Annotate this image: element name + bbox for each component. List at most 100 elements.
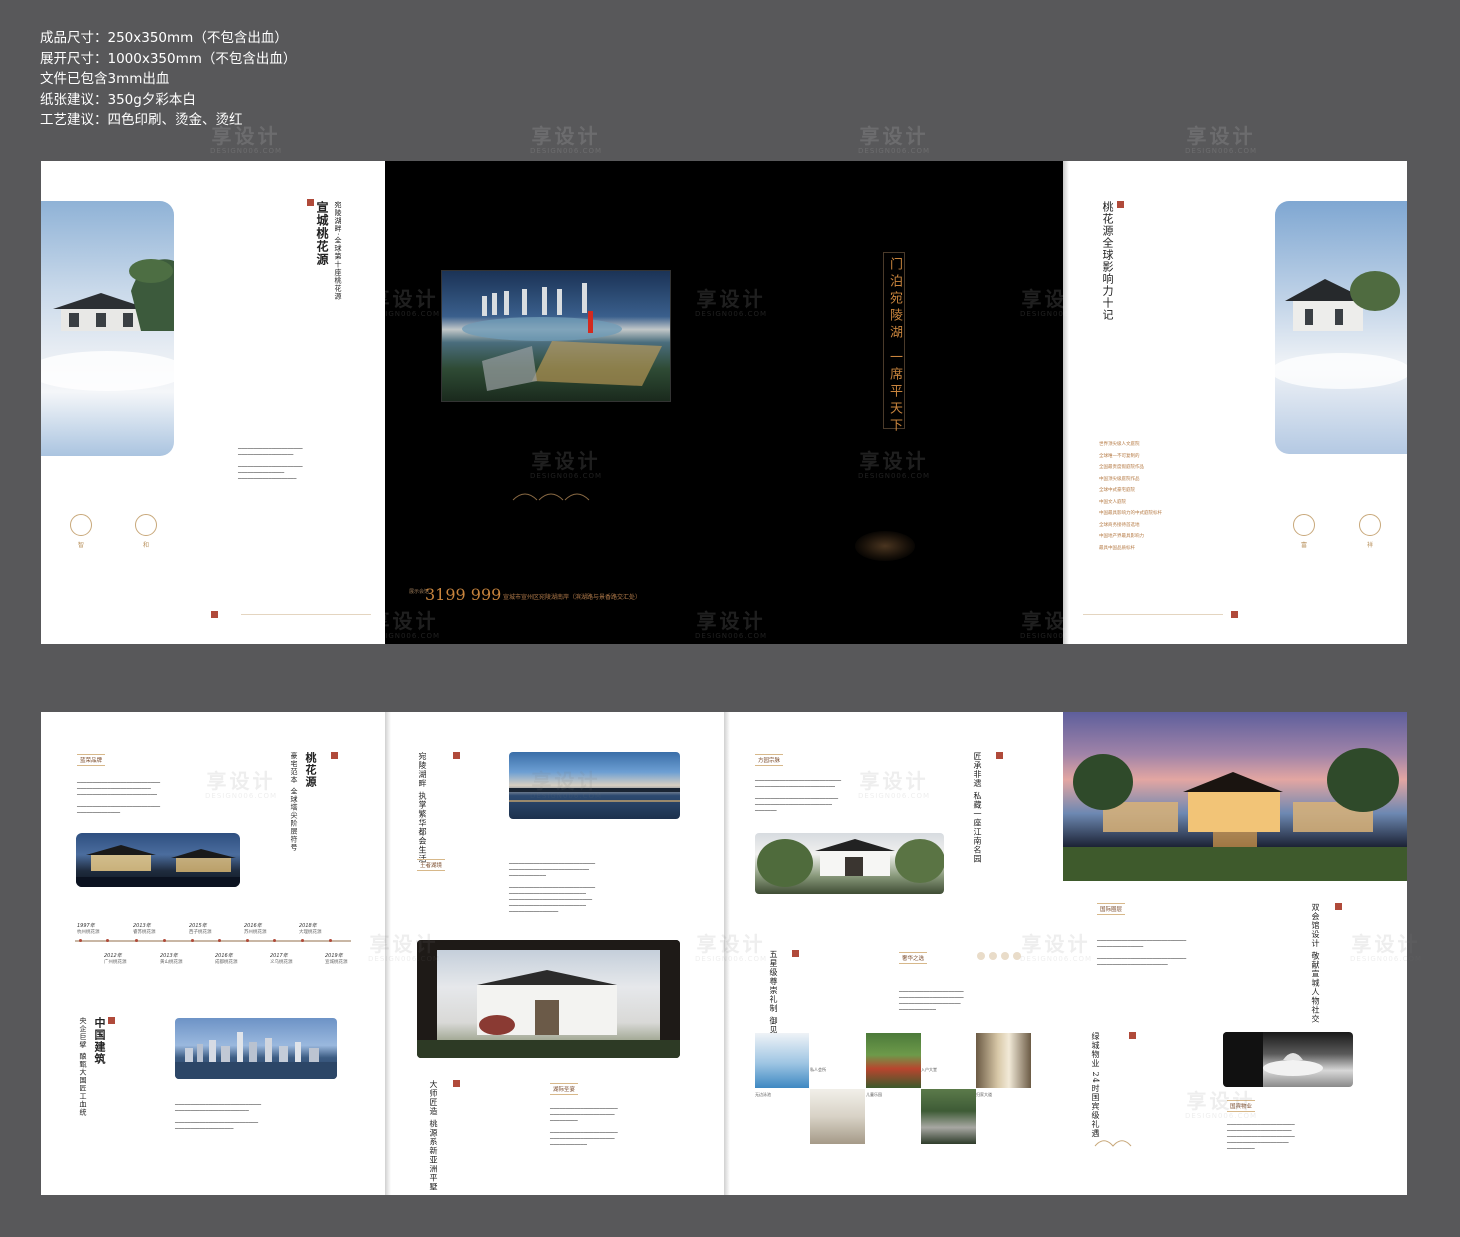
emblem-icon: 祥 (1359, 514, 1381, 549)
timeline-dot (218, 939, 221, 942)
section-title: 大师匠造 桃源系新亚洲平墅 (429, 1080, 438, 1192)
section-tag: 王者湖境 (417, 859, 446, 871)
red-seal (1231, 611, 1238, 618)
timeline-label: 黄山桃花源 (160, 960, 183, 965)
infinity-pool-photo (755, 1033, 809, 1088)
list-item: 中国最具影响力的中式庭院标杆 (1099, 511, 1162, 516)
red-seal (1335, 903, 1342, 910)
dot-ornament (1001, 952, 1009, 960)
timeline-label: 成都桃花源 (215, 960, 238, 965)
spec-process: 工艺建议：四色印刷、烫金、烫红 (40, 112, 243, 128)
clubhouse-interior-photo (810, 1089, 865, 1144)
divider (241, 614, 371, 615)
thumb-caption: 儿童乐园 (866, 1092, 882, 1097)
section-tag: 国际圈层 (1097, 903, 1126, 915)
top-page-4: 桃花源全球影响力十记 世界顶尖级人文庭院 全球唯一不可复制的 全国最贵度假庭院作… (1063, 161, 1407, 644)
dot-ornament (1013, 952, 1021, 960)
moon-gate-courtyard-photo (417, 940, 680, 1058)
list-item: 世界顶尖级人文庭院 (1099, 442, 1140, 447)
page-title: 宣城桃花源 (315, 201, 329, 266)
section-tag: 方园宗脉 (755, 754, 784, 766)
page-subtitle: 宛陵湖畔·全球第十座桃花源 (334, 201, 342, 301)
city-skyline-photo (175, 1018, 337, 1079)
emblem-icon: 富 (1293, 514, 1315, 549)
butler-service-photo (1223, 1032, 1353, 1087)
timeline-label: 苏州桃花源 (244, 930, 267, 935)
courtyard-house-photo (1275, 201, 1407, 454)
garden-path-photo (921, 1089, 976, 1144)
timeline-year: 1997年 (77, 923, 95, 929)
timeline-label: 宣城桃花源 (325, 960, 348, 965)
timeline-year: 2017年 (270, 953, 288, 959)
timeline-dot (135, 939, 138, 942)
timeline-label: 睿苏桃花源 (133, 930, 156, 935)
timeline-year: 2016年 (244, 923, 262, 929)
timeline-line (75, 940, 351, 942)
red-seal (1129, 1032, 1136, 1039)
body-paragraph: ▁▁▁▁▁▁▁▁▁▁▁▁▁▁▁▁▁▁▁▁▁▁▁▁▁▁▁▁▁▁▁▁▁▁▁▁▁▁▁▁… (755, 776, 842, 811)
timeline-dot (163, 939, 166, 942)
thumb-caption: 归家大道 (976, 1092, 992, 1097)
page-fold-shadow (724, 712, 730, 1195)
section-subtitle: 央企巨擘 酿甄大国匠工血统 (79, 1017, 87, 1117)
section-title: 桃花源 (304, 752, 317, 788)
red-seal (108, 1017, 115, 1024)
timeline-year: 2016年 (215, 953, 233, 959)
list-item: 全球商务接待首选地 (1099, 523, 1140, 528)
page-title: 桃花源全球影响力十记 (1101, 201, 1114, 321)
section-title: 匠承非遗 私藏一座江南名园 (973, 752, 982, 864)
clubhouse-night-photo (1063, 712, 1407, 881)
cloud-ornament-icon (511, 487, 593, 501)
phone-number: 3199 999 (425, 585, 502, 604)
bottom-page-1: 蓝荣品牌 ▁▁▁▁▁▁▁▁▁▁▁▁▁▁▁▁▁▁▁▁▁▁▁▁▁▁▁ ▁▁▁▁▁▁▁▁… (41, 712, 385, 1195)
bottom-page-2: 宛陵湖畔 执掌繁华都会生活 王者湖境 ▁▁▁▁▁▁▁▁▁▁▁▁▁▁▁▁▁▁▁▁▁… (385, 712, 724, 1195)
body-paragraph: ▁▁▁▁▁▁▁▁▁▁▁▁▁▁▁▁▁▁▁▁▁▁▁▁▁▁▁▁▁▁▁▁▁▁▁▁▁▁▁▁… (509, 859, 596, 912)
timeline-label: 杭州桃花源 (77, 930, 100, 935)
timeline-dot (191, 939, 194, 942)
section-title: 绿城物业 24时国宾级礼遇 (1091, 1032, 1100, 1138)
timeline-label: 西子桃花源 (189, 930, 212, 935)
body-paragraph: ▁▁▁▁▁▁▁▁▁▁▁▁▁▁▁▁▁▁▁▁▁▁▁▁▁▁▁▁▁▁▁▁▁▁▁▁▁▁▁▁… (238, 444, 303, 479)
address: 宣城市宣州区宛陵湖南岸（滨湖路与景香路交汇处） (503, 594, 642, 601)
spec-finished-size: 成品尺寸：250x350mm（不包含出血） (40, 30, 288, 46)
top-center-spread: 门泊宛陵湖 一席平天下 展示会馆 3199 999 宣城市宣州区宛陵湖南岸（滨湖… (385, 161, 1063, 644)
garden-pavilion-photo (41, 201, 174, 456)
bottom-page-4: 国际圈层 ▁▁▁▁▁▁▁▁▁▁▁▁▁▁▁▁▁▁▁▁▁▁▁▁▁▁▁▁▁ ▁▁▁▁▁▁… (1063, 712, 1407, 1195)
timeline-dot (273, 939, 276, 942)
red-seal (453, 1080, 460, 1087)
body-paragraph: ▁▁▁▁▁▁▁▁▁▁▁▁▁▁▁▁▁▁▁▁▁▁▁▁▁▁▁▁▁▁▁▁▁▁▁▁▁▁▁▁… (550, 1104, 618, 1145)
list-item: 全球中式豪宅庭院 (1099, 488, 1135, 493)
section-tag: 蓝荣品牌 (77, 754, 106, 766)
timeline-dot (329, 939, 332, 942)
timeline-dot (301, 939, 304, 942)
timeline-year: 2012年 (104, 953, 122, 959)
aerial-lake-photo (441, 270, 671, 402)
section-title: 宛陵湖畔 执掌繁华都会生活 (418, 752, 427, 864)
page-fold-shadow (1063, 161, 1069, 644)
night-courtyard-photo (76, 833, 240, 887)
red-seal (792, 950, 799, 957)
dot-ornament (989, 952, 997, 960)
body-paragraph: ▁▁▁▁▁▁▁▁▁▁▁▁▁▁▁▁▁▁▁▁▁▁▁▁▁▁▁▁▁▁▁▁▁▁▁▁▁▁▁▁… (77, 778, 161, 813)
timeline-label: 广州桃花源 (104, 960, 127, 965)
body-paragraph: ▁▁▁▁▁▁▁▁▁▁▁▁▁▁▁▁▁▁▁▁▁▁▁▁▁▁▁▁▁▁▁▁▁▁▁▁▁▁▁▁… (1227, 1120, 1295, 1149)
watermark: 享设计DESIGN006.COM (858, 124, 931, 155)
body-paragraph: ▁▁▁▁▁▁▁▁▁▁▁▁▁▁▁▁▁▁▁▁▁▁▁▁▁▁▁▁▁▁▁▁▁▁▁▁▁▁▁▁… (175, 1100, 262, 1129)
spec-paper: 纸张建议：350g夕彩本白 (40, 91, 196, 108)
timeline-label: 义乌桃花源 (270, 960, 293, 965)
timeline-dot (79, 939, 82, 942)
divider (1083, 614, 1223, 615)
emblem-icon: 和 (135, 514, 157, 549)
body-paragraph: ▁▁▁▁▁▁▁▁▁▁▁▁▁▁▁▁▁▁▁▁▁▁▁▁▁▁▁▁▁▁▁▁▁▁▁▁▁▁▁▁… (899, 987, 964, 1010)
timeline-year: 2015年 (189, 923, 207, 929)
jiangnan-garden-photo (755, 833, 944, 894)
body-paragraph: ▁▁▁▁▁▁▁▁▁▁▁▁▁▁▁▁▁▁▁▁▁▁▁▁▁▁▁▁▁▁▁▁▁▁▁▁▁▁▁▁… (1097, 936, 1187, 965)
list-item: 中国文人庭院 (1099, 500, 1126, 505)
timeline-dot (246, 939, 249, 942)
glow-ornament (855, 531, 915, 561)
section-subtitle: 豪宅范本 全球塔尖阶层符号 (290, 752, 298, 852)
list-item: 最具中国品质标杆 (1099, 546, 1135, 551)
timeline-year: 2018年 (299, 923, 317, 929)
red-seal (996, 752, 1003, 759)
bottom-page-3: 方园宗脉 ▁▁▁▁▁▁▁▁▁▁▁▁▁▁▁▁▁▁▁▁▁▁▁▁▁▁▁▁ ▁▁▁▁▁▁▁… (724, 712, 1063, 1195)
